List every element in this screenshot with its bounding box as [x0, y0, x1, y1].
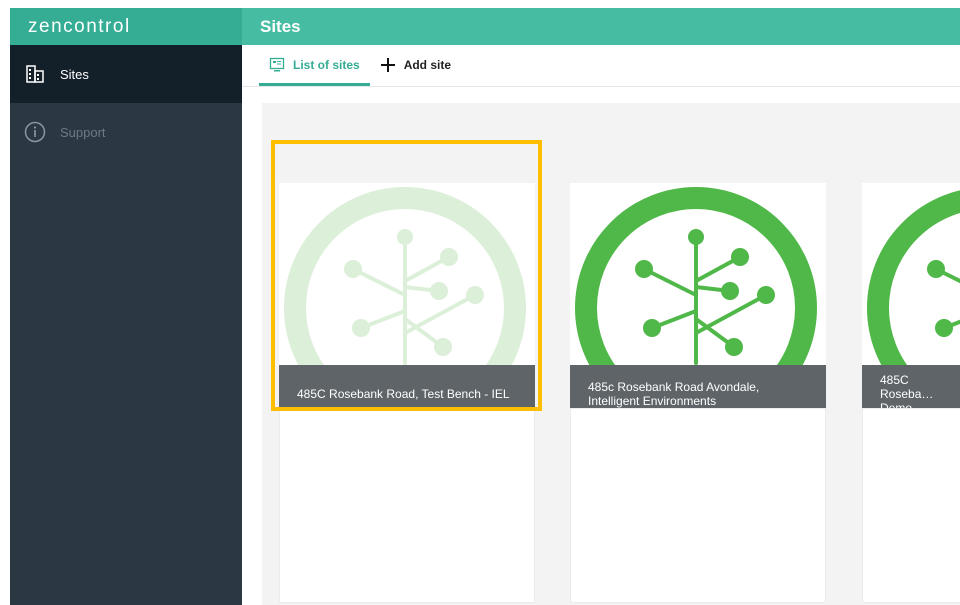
site-card[interactable]: 485c Rosebank Road Avondale, Intelligent…	[570, 183, 826, 430]
sidebar-item-label: Sites	[60, 66, 89, 82]
site-grid: 485C Rosebank Road, Test Bench - IEL 485…	[262, 103, 960, 605]
site-list-icon	[269, 57, 285, 73]
tab-add-site[interactable]: Add site	[370, 44, 461, 86]
page-title: Sites	[242, 8, 960, 45]
tab-bar: List of sites Add site	[242, 45, 960, 87]
brand-logo[interactable]: zencontrol	[10, 8, 242, 45]
building-icon	[24, 63, 46, 85]
main-area: List of sites Add site 485C Rosebank Roa…	[242, 45, 960, 605]
tab-label: List of sites	[293, 58, 360, 72]
tree-logo-icon	[284, 187, 526, 365]
info-icon	[24, 121, 46, 143]
tab-list-of-sites[interactable]: List of sites	[259, 44, 370, 86]
tree-logo-icon	[867, 190, 960, 365]
tree-logo-icon	[575, 187, 817, 365]
site-card-placeholder	[570, 408, 826, 603]
plus-icon	[380, 57, 396, 73]
site-card[interactable]: 485C Rosebank Road, Test Bench - IEL	[279, 183, 535, 430]
app-window: zencontrol Sites Sites Support List of s…	[0, 0, 960, 605]
sidebar-item-support[interactable]: Support	[10, 103, 242, 161]
sidebar-item-sites[interactable]: Sites	[10, 45, 242, 103]
site-card[interactable]: 485C Roseba… Demo	[862, 183, 960, 430]
site-card-placeholder	[279, 408, 535, 603]
site-card-placeholder	[862, 408, 960, 603]
sidebar: Sites Support	[10, 45, 242, 605]
tab-label: Add site	[403, 58, 452, 72]
sidebar-item-label: Support	[60, 124, 106, 140]
app-header: zencontrol Sites	[10, 8, 960, 45]
